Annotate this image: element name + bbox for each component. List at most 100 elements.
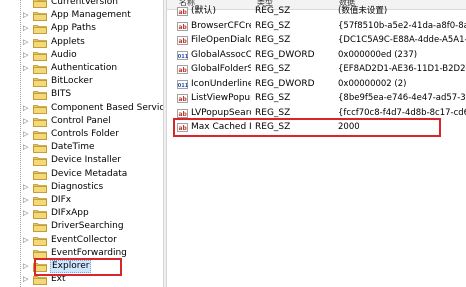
folder-icon	[33, 38, 47, 48]
explorer-highlight-box	[34, 258, 122, 276]
svg-text:ab: ab	[179, 67, 188, 74]
svg-text:ab: ab	[179, 24, 188, 31]
value-data: {8be9f5ea-e746-4e47-ad57-3fb19	[338, 93, 466, 103]
folder-icon	[33, 156, 47, 167]
folder-icon	[33, 236, 47, 246]
registry-values-pane: 名称 类型 数据 ab (默认) REG_SZ (数值未设置) ab BrowserCFC…	[167, 0, 466, 287]
value-name: GlobalFolderS...	[191, 64, 251, 74]
expand-arrow-icon[interactable]: ▷	[23, 102, 31, 115]
value-data: (数值未设置)	[338, 6, 388, 16]
svg-text:ab: ab	[179, 111, 188, 118]
expand-arrow-icon[interactable]: ▷	[23, 36, 31, 49]
string-value-icon: ab	[177, 7, 188, 16]
registry-value-row[interactable]: 011GlobalAssocCh... REG_DWORD 0x000000ed (…	[167, 48, 466, 63]
expand-arrow-icon[interactable]: ▷	[23, 49, 31, 62]
svg-text:011: 011	[178, 83, 188, 89]
expand-arrow-icon[interactable]: ▷	[23, 9, 31, 22]
string-value-icon: ab	[177, 21, 188, 31]
tree-item-label: App Management	[51, 10, 131, 21]
value-data: {EF8AD2D1-AE36-11D1-B2D2-0060	[338, 64, 466, 74]
folder-icon	[33, 64, 47, 74]
folder-icon	[33, 183, 47, 193]
value-type: REG_SZ	[255, 20, 291, 31]
dword-value-icon: 011	[177, 50, 189, 60]
folder-icon	[33, 117, 47, 127]
svg-text:011: 011	[178, 54, 188, 60]
value-data: 0x000000ed (237)	[338, 49, 418, 60]
tree-item-label: Diagnostics	[51, 181, 104, 192]
svg-text:ab: ab	[179, 9, 188, 16]
string-value-icon: ab	[177, 94, 188, 103]
folder-icon	[33, 104, 47, 114]
expand-arrow-icon[interactable]: ▷	[23, 273, 31, 286]
folder-icon	[33, 11, 47, 22]
tree-item-label: DIFx	[51, 195, 72, 205]
expand-arrow-icon[interactable]: ▷	[23, 62, 31, 75]
value-name: IconUnderline	[191, 78, 251, 89]
folder-icon	[33, 275, 47, 286]
string-value-icon: ab	[177, 36, 188, 45]
folder-icon	[33, 143, 47, 154]
expand-arrow-icon[interactable]: ▷	[23, 128, 31, 141]
svg-text:ab: ab	[179, 38, 188, 45]
tree-item-label: DriverSearching	[51, 221, 124, 232]
tree-item-label: Device Installer	[51, 155, 121, 166]
registry-value-row[interactable]: abListViewPopup... REG_SZ {8be9f5ea-e746-4…	[167, 91, 466, 106]
value-type: REG_SZ	[255, 6, 291, 16]
expand-arrow-icon[interactable]: ▷	[23, 22, 31, 35]
folder-icon	[33, 51, 47, 61]
registry-value-row[interactable]: ab (默认) REG_SZ (数值未设置)	[167, 4, 466, 19]
tree-item-label: App Paths	[51, 23, 96, 34]
value-type: REG_DWORD	[255, 49, 315, 60]
registry-value-row[interactable]: abGlobalFolderS... REG_SZ {EF8AD2D1-AE36-1…	[167, 62, 466, 77]
expand-arrow-icon[interactable]: ▷	[23, 141, 31, 154]
value-name: FileOpenDialog	[191, 35, 251, 45]
folder-icon	[33, 170, 47, 180]
value-type: REG_SZ	[255, 35, 291, 45]
tree-item-label: Component Based Servic	[51, 102, 163, 113]
tree-item-label: Device Metadata	[51, 168, 128, 179]
expand-arrow-icon[interactable]: ▷	[23, 207, 31, 220]
folder-icon	[33, 0, 47, 8]
expand-arrow-icon[interactable]: ▷	[23, 181, 31, 194]
tree-item-label: BitLocker	[51, 76, 93, 87]
value-name: (默认)	[191, 6, 217, 16]
tree-item-label: BITS	[51, 89, 72, 100]
tree-item-label: Applets	[51, 36, 85, 47]
expand-arrow-icon[interactable]: ▷	[23, 234, 31, 247]
value-name: ListViewPopup...	[191, 93, 251, 103]
registry-value-row[interactable]: abFileOpenDialog REG_SZ {DC1C5A9C-E88A-4dd…	[167, 33, 466, 48]
tree-guide-line	[20, 0, 21, 287]
value-type: REG_DWORD	[255, 78, 315, 89]
expand-arrow-icon[interactable]: ▷	[23, 115, 31, 128]
value-data: 0x00000002 (2)	[338, 78, 407, 89]
value-name: BrowserCFCre...	[191, 20, 251, 31]
registry-value-row[interactable]: 011 IconUnderline REG_DWORD 0x00000002 (2)	[167, 77, 466, 92]
folder-icon	[33, 196, 47, 206]
expand-arrow-icon[interactable]: ▷	[23, 260, 31, 273]
value-data: {57f8510b-a5e2-41da-a8f0-8a5ae	[338, 20, 466, 31]
value-type: REG_SZ	[255, 64, 291, 74]
expand-arrow-icon[interactable]: ▷	[23, 194, 31, 207]
value-data: {DC1C5A9C-E88A-4dde-A5A1-60F8	[338, 35, 466, 45]
tree-item-label: DIFxApp	[51, 208, 89, 219]
registry-value-row[interactable]: abBrowserCFCre... REG_SZ {57f8510b-a5e2-41…	[167, 19, 466, 34]
tree-item-label: DateTime	[51, 142, 95, 153]
folder-icon	[33, 77, 47, 88]
registry-tree-pane: CurrentVersion ▷ App Management ▷ App Paths ▷…	[0, 0, 163, 287]
tree-item-label: Control Panel	[51, 115, 111, 126]
max-cached-icons-highlight-box	[173, 118, 441, 137]
value-type: REG_SZ	[255, 93, 291, 103]
tree-item-label: EventCollector	[51, 234, 117, 245]
folder-icon	[33, 90, 47, 101]
folder-icon	[33, 24, 47, 35]
string-value-icon: ab	[177, 108, 188, 118]
dword-value-icon: 011	[177, 79, 189, 89]
svg-text:ab: ab	[179, 96, 188, 103]
string-value-icon: ab	[177, 65, 188, 74]
folder-icon	[33, 209, 47, 220]
tree-item-label: Authentication	[51, 63, 118, 73]
value-name: GlobalAssocCh...	[191, 49, 251, 60]
tree-item-label: Controls Folder	[51, 129, 119, 139]
tree-item-label: CurrentVersion	[51, 0, 118, 7]
